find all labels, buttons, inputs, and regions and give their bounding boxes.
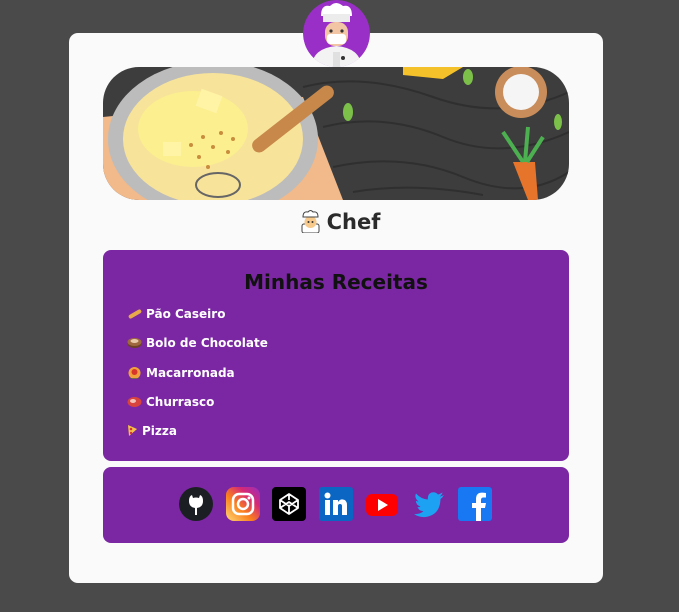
social-links (179, 487, 492, 521)
pasta-icon (127, 366, 142, 380)
banner-image (103, 67, 569, 200)
linkedin-icon[interactable] (318, 487, 353, 521)
recipe-label: Bolo de Chocolate (146, 336, 268, 351)
chef-avatar-icon (303, 0, 370, 67)
recipe-list: Pão Caseiro Bolo de Chocolate Macarronad… (127, 307, 268, 453)
recipe-label: Churrasco (146, 394, 215, 409)
list-item[interactable]: Bolo de Chocolate (127, 336, 268, 365)
meat-icon (127, 395, 142, 408)
recipes-heading: Minhas Receitas (244, 270, 428, 294)
list-item[interactable]: Pizza (127, 424, 268, 453)
recipe-label: Macarronada (146, 365, 235, 380)
list-item[interactable]: Pão Caseiro (127, 307, 268, 336)
recipe-label: Pizza (142, 424, 177, 439)
codepen-icon[interactable] (272, 487, 306, 521)
chef-avatar (303, 0, 370, 67)
facebook-icon[interactable] (458, 487, 492, 521)
title-text: Chef (326, 210, 381, 234)
bread-icon (127, 307, 142, 320)
recipe-label: Pão Caseiro (146, 307, 226, 321)
instagram-icon[interactable] (225, 487, 260, 521)
recipes-panel: Minhas Receitas Pão Caseiro Bolo de Choc… (103, 250, 569, 461)
twitter-icon[interactable] (412, 487, 446, 521)
cake-icon (127, 336, 142, 349)
github-icon[interactable] (179, 487, 213, 521)
social-panel (103, 467, 569, 543)
list-item[interactable]: Churrasco (127, 395, 268, 424)
chef-emoji-icon (299, 210, 322, 238)
youtube-icon[interactable] (365, 487, 399, 521)
page-title: Chef (0, 210, 679, 238)
pizza-icon (127, 424, 138, 437)
list-item[interactable]: Macarronada (127, 366, 268, 395)
